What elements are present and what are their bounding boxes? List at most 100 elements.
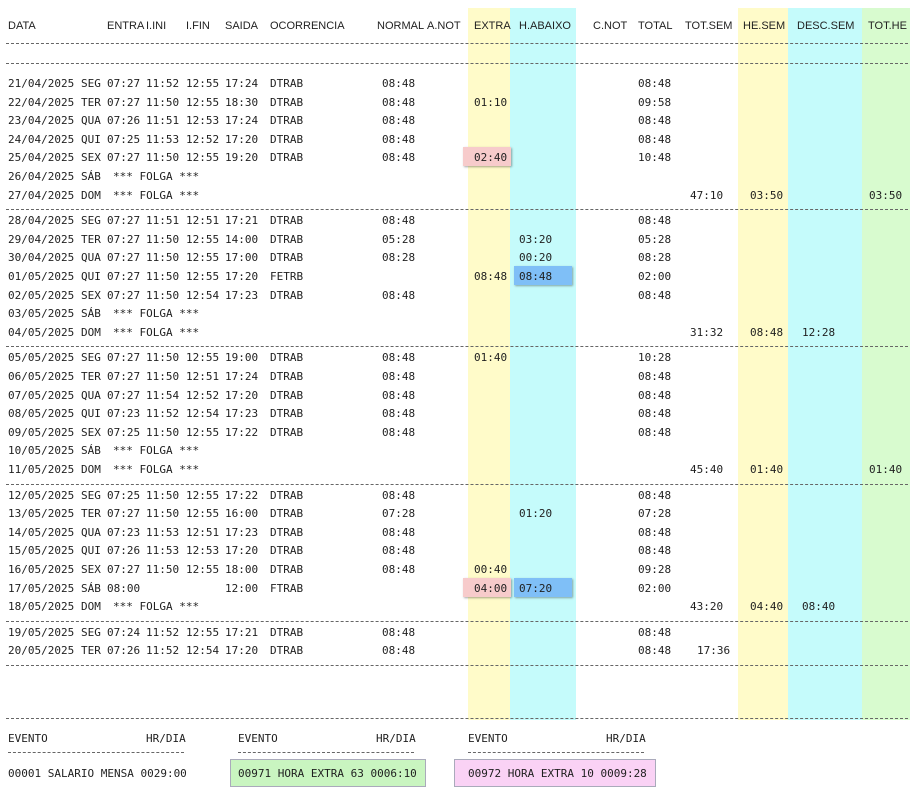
row-entra: 07:23 <box>107 407 141 420</box>
row-habaixo: 07:20 <box>519 582 553 595</box>
row-weekday: TER <box>81 233 101 246</box>
row-weekday: SEG <box>81 77 101 90</box>
row-folga: *** FOLGA *** <box>113 444 200 457</box>
row-date: 05/05/2025 <box>8 351 75 364</box>
row-entra: 07:27 <box>107 270 141 283</box>
row-saida: 12:00 <box>225 582 259 595</box>
row-hesem: 01:40 <box>750 463 784 476</box>
row-totsem: 45:40 <box>690 463 724 476</box>
row-normal: 08:48 <box>382 407 416 420</box>
row-entra: 07:27 <box>107 563 141 576</box>
tothe-column-bg <box>862 8 910 720</box>
row-weekday: QUA <box>81 526 101 539</box>
row-habaixo: 03:20 <box>519 233 553 246</box>
row-iini: 11:51 <box>146 214 180 227</box>
header-hesem: HE.SEM <box>743 20 786 32</box>
row-weekday: SEG <box>81 351 101 364</box>
row-normal: 08:48 <box>382 114 416 127</box>
row-ifin: 12:55 <box>186 77 220 90</box>
row-ifin: 12:55 <box>186 251 220 264</box>
row-ifin: 12:55 <box>186 351 220 364</box>
row-iini: 11:52 <box>146 626 180 639</box>
row-ocorrencia: DTRAB <box>270 426 304 439</box>
row-entra: 07:25 <box>107 426 141 439</box>
row-ocorrencia: DTRAB <box>270 233 304 246</box>
row-ifin: 12:55 <box>186 563 220 576</box>
row-normal: 08:48 <box>382 489 416 502</box>
row-total: 08:28 <box>638 251 672 264</box>
habaixo-column-bg <box>510 8 576 720</box>
footer-item-hora-extra-63-text: 00971 HORA EXTRA 63 0006:10 <box>238 767 417 780</box>
row-ifin: 12:55 <box>186 151 220 164</box>
footer-hrdia-label-1: HR/DIA <box>146 732 186 745</box>
row-folga: *** FOLGA *** <box>113 463 200 476</box>
footer-item-salario: 00001 SALARIO MENSA 0029:00 <box>8 767 187 780</box>
row-date: 24/04/2025 <box>8 133 75 146</box>
dashed-divider <box>6 63 908 64</box>
row-date: 28/04/2025 <box>8 214 75 227</box>
row-ocorrencia: DTRAB <box>270 407 304 420</box>
row-saida: 17:20 <box>225 644 259 657</box>
footer-item-hora-extra-10-text: 00972 HORA EXTRA 10 0009:28 <box>468 767 647 780</box>
row-saida: 17:23 <box>225 526 259 539</box>
row-total: 02:00 <box>638 270 672 283</box>
row-date: 03/05/2025 <box>8 307 75 320</box>
row-weekday: TER <box>81 507 101 520</box>
row-ocorrencia: DTRAB <box>270 644 304 657</box>
row-weekday: SEG <box>81 489 101 502</box>
row-total: 08:48 <box>638 370 672 383</box>
row-iini: 11:50 <box>146 151 180 164</box>
row-weekday: QUI <box>81 270 101 283</box>
header-extra: EXTRA <box>474 20 511 32</box>
row-iini: 11:52 <box>146 644 180 657</box>
row-weekday: DOM <box>81 463 101 476</box>
row-date: 11/05/2025 <box>8 463 75 476</box>
row-ifin: 12:55 <box>186 96 220 109</box>
row-entra: 07:27 <box>107 96 141 109</box>
row-normal: 08:48 <box>382 563 416 576</box>
row-ocorrencia: DTRAB <box>270 133 304 146</box>
row-hesem: 03:50 <box>750 189 784 202</box>
row-ifin: 12:54 <box>186 644 220 657</box>
descsem-column-bg <box>788 8 862 720</box>
row-date: 22/04/2025 <box>8 96 75 109</box>
row-weekday: SÁB <box>81 444 101 457</box>
row-ifin: 12:51 <box>186 526 220 539</box>
row-total: 08:48 <box>638 644 672 657</box>
row-weekday: SEX <box>81 426 101 439</box>
row-date: 06/05/2025 <box>8 370 75 383</box>
row-iini: 11:50 <box>146 426 180 439</box>
row-total: 08:48 <box>638 114 672 127</box>
row-total: 02:00 <box>638 582 672 595</box>
row-tothe: 01:40 <box>869 463 903 476</box>
row-saida: 17:21 <box>225 626 259 639</box>
row-date: 12/05/2025 <box>8 489 75 502</box>
row-hesem: 04:40 <box>750 600 784 613</box>
row-entra: 07:27 <box>107 233 141 246</box>
row-normal: 08:48 <box>382 370 416 383</box>
row-weekday: DOM <box>81 600 101 613</box>
row-ocorrencia: DTRAB <box>270 351 304 364</box>
extra-column-bg <box>468 8 510 720</box>
header-habaixo: H.ABAIXO <box>519 20 571 32</box>
row-ocorrencia: DTRAB <box>270 489 304 502</box>
row-iini: 11:50 <box>146 251 180 264</box>
footer-evento-label-1: EVENTO <box>8 732 48 745</box>
row-date: 14/05/2025 <box>8 526 75 539</box>
row-weekday: SEX <box>81 563 101 576</box>
row-ifin: 12:54 <box>186 289 220 302</box>
footer-hrdia-label-2: HR/DIA <box>376 732 416 745</box>
row-entra: 07:23 <box>107 526 141 539</box>
row-saida: 17:20 <box>225 544 259 557</box>
row-weekday: DOM <box>81 189 101 202</box>
row-weekday: TER <box>81 370 101 383</box>
row-ocorrencia: DTRAB <box>270 370 304 383</box>
row-date: 19/05/2025 <box>8 626 75 639</box>
row-iini: 11:52 <box>146 77 180 90</box>
row-total: 09:58 <box>638 96 672 109</box>
row-weekday: QUI <box>81 133 101 146</box>
row-hesem: 08:48 <box>750 326 784 339</box>
row-date: 29/04/2025 <box>8 233 75 246</box>
row-normal: 05:28 <box>382 233 416 246</box>
row-iini: 11:50 <box>146 507 180 520</box>
